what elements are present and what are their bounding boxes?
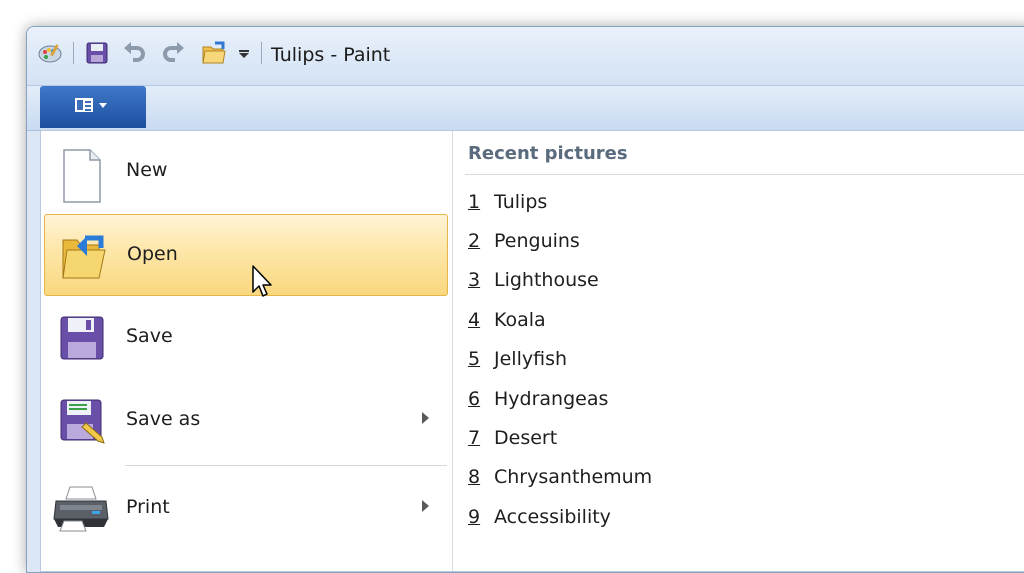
recent-item-7[interactable]: 7 Desert: [468, 427, 868, 455]
menu-label-save: Save: [126, 325, 173, 347]
menu-label-save-as: Save as: [126, 408, 201, 430]
recent-pictures-header: Recent pictures: [468, 143, 628, 164]
ribbon-bar: [27, 85, 1024, 131]
printer-icon: [52, 485, 110, 533]
recent-item-4[interactable]: 4 Koala: [468, 309, 868, 337]
recent-item-2[interactable]: 2 Penguins: [468, 230, 868, 258]
menu-item-new[interactable]: New: [44, 131, 448, 213]
new-document-icon: [58, 148, 106, 203]
menu-label-new: New: [126, 159, 168, 181]
recent-item-6[interactable]: 6 Hydrangeas: [468, 388, 868, 416]
recent-item-1[interactable]: 1 Tulips: [468, 191, 868, 219]
recent-pictures-pane: Recent pictures 1 Tulips 2 Penguins 3 Light…: [452, 131, 1024, 571]
floppy-disk-icon: [58, 314, 106, 362]
open-folder-icon: [59, 232, 107, 280]
menu-item-save-as[interactable]: Save as: [44, 380, 448, 462]
menu-label-print: Print: [126, 496, 170, 518]
menu-divider: [125, 465, 447, 466]
customize-dropdown-icon[interactable]: [235, 41, 253, 65]
paint-menu-button[interactable]: [40, 86, 146, 128]
paint-app-icon[interactable]: [37, 41, 63, 65]
paint-menu-icon: [73, 96, 113, 118]
submenu-arrow-icon: [422, 412, 429, 424]
menu-item-open[interactable]: Open: [44, 214, 448, 296]
recent-item-8[interactable]: 8 Chrysanthemum: [468, 466, 868, 494]
menu-item-save[interactable]: Save: [44, 297, 448, 379]
open-folder-icon[interactable]: [199, 41, 229, 65]
undo-icon[interactable]: [121, 41, 149, 65]
submenu-arrow-icon: [422, 500, 429, 512]
recent-item-5[interactable]: 5 Jellyfish: [468, 348, 868, 376]
paint-window: Tulips - Paint New Open Save Save as Pri…: [26, 26, 1024, 573]
menu-label-open: Open: [127, 243, 178, 265]
menu-item-print[interactable]: Print: [44, 468, 448, 550]
title-bar: Tulips - Paint: [27, 27, 1024, 85]
window-title: Tulips - Paint: [271, 44, 391, 66]
application-menu: New Open Save Save as Print Recent pictu…: [40, 130, 1024, 572]
save-as-icon: [58, 397, 106, 445]
recent-item-9[interactable]: 9 Accessibility: [468, 506, 868, 534]
mouse-cursor-icon: [251, 264, 275, 304]
recent-divider: [465, 174, 1024, 175]
redo-icon[interactable]: [159, 41, 187, 65]
save-icon[interactable]: [83, 41, 111, 65]
recent-item-3[interactable]: 3 Lighthouse: [468, 269, 868, 297]
menu-commands: New Open Save Save as Print: [41, 131, 451, 571]
